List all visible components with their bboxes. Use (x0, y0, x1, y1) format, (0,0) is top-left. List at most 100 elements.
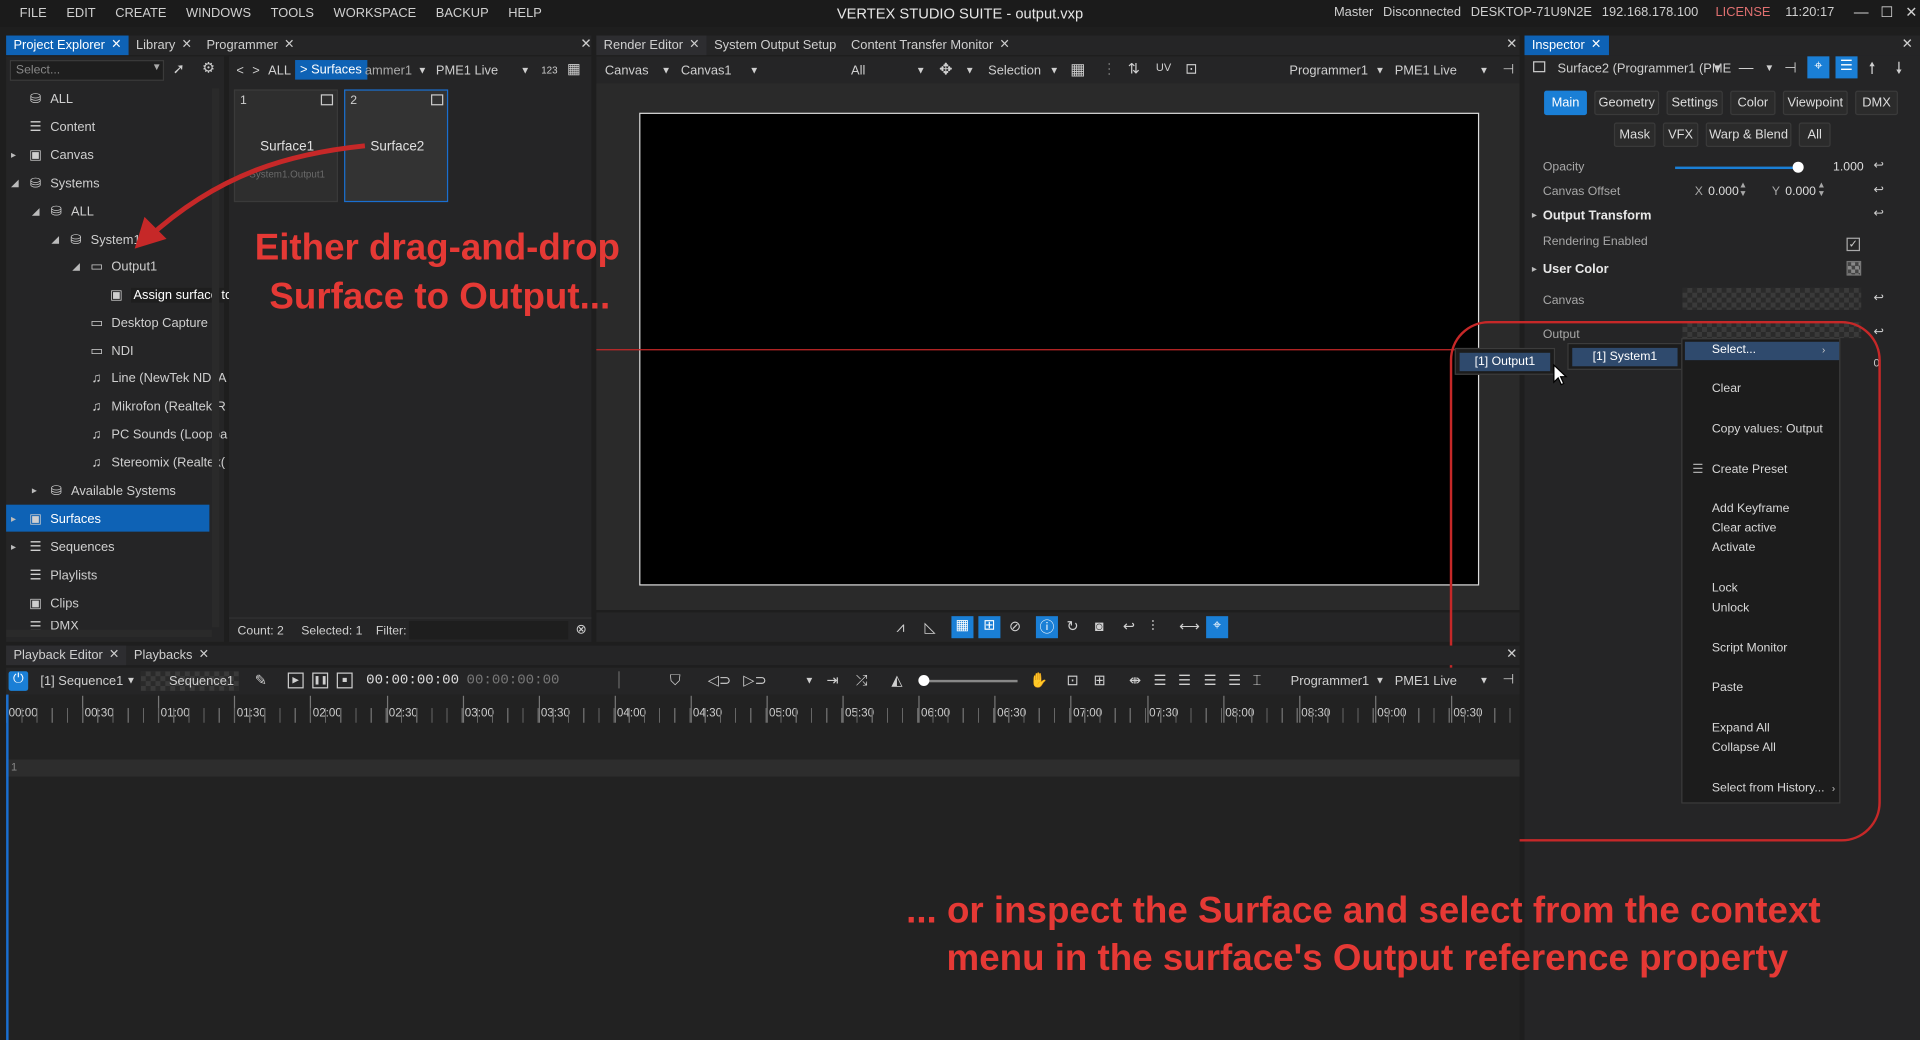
tree-item-ndi[interactable]: ▭ NDI (72, 343, 133, 359)
close-icon[interactable]: ✕ (999, 36, 1009, 56)
play-icon[interactable]: ▶ (287, 672, 304, 689)
pme-select[interactable]: PME1 Live (1395, 64, 1457, 79)
close-icon[interactable]: ✕ (689, 36, 699, 56)
breadcrumb-surfaces[interactable]: > Surfaces (295, 60, 367, 80)
arrow-up-icon[interactable]: 🠕 (1869, 58, 1876, 85)
menu-workspace[interactable]: WORKSPACE (334, 6, 417, 21)
chevron-down-icon[interactable]: ▼ (520, 65, 530, 76)
tab-geometry[interactable]: Geometry (1594, 90, 1660, 116)
tree-item-available-systems[interactable]: ▸ ⛁ Available Systems (32, 483, 176, 498)
grid-toggle-icon[interactable]: ▦ (951, 616, 974, 639)
close-icon[interactable]: ✕ (1902, 36, 1913, 52)
clear-filter-icon[interactable]: ⊗ (576, 621, 587, 637)
output-transform-section[interactable]: Output Transform (1543, 208, 1652, 223)
mask-icon[interactable]: ⊘ (1009, 617, 1021, 634)
tab-dmx[interactable]: DMX (1855, 90, 1898, 116)
tab-vfx[interactable]: VFX (1662, 122, 1699, 147)
reset-icon[interactable]: ↩ (1873, 326, 1883, 339)
minus-icon[interactable]: — (1739, 59, 1754, 76)
close-icon[interactable]: ✕ (109, 646, 119, 666)
chevron-down-icon[interactable]: ▼ (152, 61, 162, 72)
minimize-icon[interactable]: — (1849, 0, 1873, 24)
menu-backup[interactable]: BACKUP (436, 6, 489, 21)
chevron-down-icon[interactable]: ▼ (1479, 65, 1489, 76)
tab-inspector[interactable]: Inspector ✕ (1524, 35, 1609, 56)
programmer-select[interactable]: Programmer1 (1289, 64, 1368, 79)
tree-item-desktop-capture[interactable]: ▭ Desktop Capture (72, 315, 208, 330)
grid-icon[interactable]: ▦ (1070, 60, 1085, 80)
list-icon[interactable]: ☰ (1835, 56, 1858, 79)
zoom-slider-thumb[interactable] (918, 674, 930, 686)
expand-arrow-icon[interactable]: ◢ (32, 206, 42, 217)
chevron-down-icon[interactable]: ▼ (965, 65, 975, 76)
chevron-down-icon[interactable]: ▼ (749, 65, 759, 76)
expand-icon[interactable]: ▸ (1532, 209, 1537, 220)
menu-edit[interactable]: EDIT (66, 6, 95, 21)
reset-icon[interactable]: ↩ (1873, 207, 1883, 220)
tree-item-clips[interactable]: ▣ Clips (11, 595, 79, 611)
forward-icon[interactable]: ▷⊃ (743, 671, 767, 688)
close-icon[interactable]: ✕ (1506, 36, 1517, 52)
user-color-swatch[interactable] (1846, 260, 1862, 276)
edit-icon[interactable]: ✎ (255, 671, 267, 688)
expand-arrow-icon[interactable]: ▸ (32, 485, 42, 496)
chevron-down-icon[interactable]: ▼ (916, 65, 926, 76)
chevron-down-icon[interactable]: ▼ (661, 65, 671, 76)
tab-main[interactable]: Main (1544, 90, 1587, 116)
menu-tools[interactable]: TOOLS (271, 6, 314, 21)
reset-icon[interactable]: ↩ (1873, 159, 1883, 172)
timeline-track[interactable]: 1 (6, 759, 1520, 777)
crosshair-icon[interactable]: ⌖ (1807, 56, 1830, 79)
flip-icon[interactable]: ⇅ (1128, 60, 1140, 77)
filter-input[interactable] (408, 621, 569, 640)
tree-item-mikrofon-realtek-r[interactable]: ♫ Mikrofon (Realtek(R (72, 399, 226, 414)
canvas-ref-field[interactable] (1682, 287, 1862, 310)
programmer-select[interactable]: Programmer1 (1291, 674, 1370, 689)
close-icon[interactable]: ✕ (1591, 36, 1601, 56)
tree-item-stereomix-realtek[interactable]: ♫ Stereomix (Realtek( (72, 456, 225, 471)
tree-item-all[interactable]: ⛁ ALL (11, 91, 73, 106)
shield-icon[interactable]: ⛉ (670, 671, 681, 689)
tab-content-transfer-monitor[interactable]: Content Transfer Monitor ✕ (844, 36, 1017, 56)
undo-icon[interactable]: ↩ (1123, 617, 1135, 634)
tab-library[interactable]: Library ✕ (129, 36, 199, 56)
pointer-icon[interactable]: ➚ (173, 60, 185, 77)
zoom-mountain-icon[interactable]: ◭ (891, 671, 902, 688)
cells-icon[interactable]: ⊞ (978, 616, 1001, 639)
opacity-slider[interactable] (1675, 166, 1798, 170)
loop-icon[interactable]: ⇥ (827, 671, 839, 688)
expand-arrow-icon[interactable]: ▸ (11, 513, 21, 524)
close-window-icon[interactable]: ✕ (1899, 0, 1920, 24)
tab-playback-editor[interactable]: Playback Editor ✕ (6, 645, 127, 666)
pin-icon[interactable]: ⊣ (1502, 671, 1514, 688)
arrow-down-icon[interactable]: 🠗 (1896, 58, 1903, 85)
expand-arrow-icon[interactable]: ◢ (11, 178, 21, 189)
canvas-select[interactable]: Canvas1 (681, 64, 732, 79)
align-middle-icon[interactable]: ☰ (1178, 671, 1191, 688)
menu-help[interactable]: HELP (508, 6, 542, 21)
license-link[interactable]: LICENSE (1715, 5, 1770, 20)
camera-icon[interactable]: ◙ (1095, 617, 1104, 634)
nav-forward-icon[interactable]: > (252, 64, 260, 79)
expand-arrow-icon[interactable]: ▸ (11, 149, 21, 160)
stop-icon[interactable]: ■ (336, 672, 353, 689)
close-icon[interactable]: ✕ (1506, 646, 1517, 662)
pause-icon[interactable]: ❚❚ (312, 672, 329, 689)
expand-arrow-icon[interactable]: ◢ (72, 261, 82, 272)
expand-arrow-icon[interactable]: ▸ (11, 541, 21, 552)
tree-item-pc-sounds-loopba[interactable]: ♫ PC Sounds (Loopba (72, 428, 228, 443)
tree-item-content[interactable]: ☰ Content (11, 119, 95, 134)
rendering-enabled-checkbox[interactable]: ✓ (1846, 237, 1861, 252)
menu-file[interactable]: FILE (20, 6, 47, 21)
grid-view-icon[interactable]: ▦ (567, 60, 581, 77)
shuffle-icon[interactable]: ⤮ (856, 671, 868, 689)
layer-filter-select[interactable]: All (851, 64, 865, 79)
programmer-select[interactable]: ammer1 (365, 64, 412, 79)
tree-item-surfaces[interactable]: ▸ ▣ Surfaces (11, 511, 101, 526)
tree-item-canvas[interactable]: ▸ ▣ Canvas (11, 147, 94, 163)
tree-item-playlists[interactable]: ☰ Playlists (11, 567, 97, 583)
close-icon[interactable]: ✕ (284, 36, 294, 56)
tab-all[interactable]: All (1798, 122, 1831, 147)
tree-item-all[interactable]: ◢ ⛁ ALL (32, 203, 94, 219)
menu-create[interactable]: CREATE (115, 6, 166, 21)
